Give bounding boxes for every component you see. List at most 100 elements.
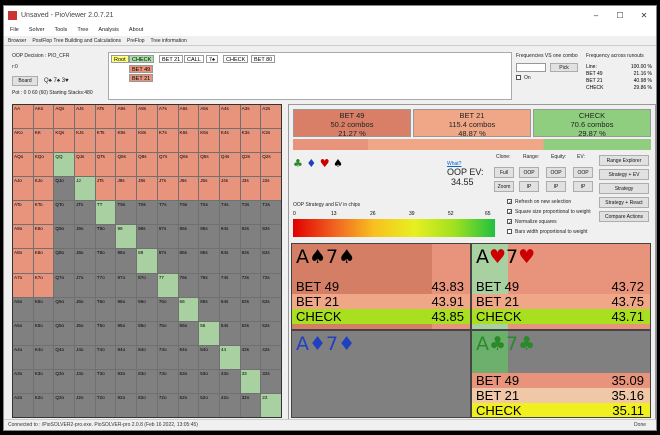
hand-cell[interactable]: T9s xyxy=(116,201,137,225)
hand-cell[interactable]: Q6s xyxy=(178,153,199,177)
hand-cell[interactable]: 85s xyxy=(199,249,219,273)
square-size-checkbox[interactable]: ✓ Square size proportional to weight xyxy=(507,209,591,216)
hand-cell[interactable]: 72s xyxy=(261,273,281,297)
hand-cell[interactable]: K9o xyxy=(33,225,54,249)
hand-cell[interactable]: QTs xyxy=(95,153,116,177)
tree-sub-bet49[interactable]: BET 49 xyxy=(129,65,154,73)
hand-cell[interactable]: 54o xyxy=(199,345,219,369)
hand-cell[interactable]: A7s xyxy=(157,105,178,129)
hand-cell[interactable]: 64o xyxy=(178,345,199,369)
hand-cell[interactable]: A3s xyxy=(240,105,261,129)
hand-cell[interactable]: 55 xyxy=(199,321,219,345)
hand-cell[interactable]: Q3s xyxy=(240,153,261,177)
action-bar-check[interactable]: CHECK 70.6 combos 29.87 % xyxy=(533,109,651,138)
hand-cell[interactable]: QQ xyxy=(54,153,75,177)
hand-cell[interactable]: 52o xyxy=(199,393,219,417)
hand-cell[interactable]: Q7o xyxy=(54,273,75,297)
hand-cell[interactable]: T2o xyxy=(95,393,116,417)
hand-cell[interactable]: Q5o xyxy=(54,321,75,345)
hand-cell[interactable]: 33 xyxy=(240,369,261,393)
strategy-react-button[interactable]: Strategy + React xyxy=(599,197,649,208)
hand-cell[interactable]: Q7s xyxy=(157,153,178,177)
hand-cell[interactable]: AKs xyxy=(33,105,54,129)
tree-node-check[interactable]: CHECK xyxy=(129,55,155,63)
hand-cell[interactable]: Q4o xyxy=(54,345,75,369)
hand-cell[interactable]: J6s xyxy=(178,177,199,201)
hand-cell[interactable]: 99 xyxy=(116,225,137,249)
full-button[interactable]: Full xyxy=(494,167,514,178)
hand-cell[interactable]: T7o xyxy=(95,273,116,297)
hand-cell[interactable]: K2o xyxy=(33,393,54,417)
hand-cell[interactable]: A9s xyxy=(116,105,137,129)
heart-icon[interactable]: ♥ xyxy=(320,157,330,170)
hand-cell[interactable]: K6s xyxy=(178,129,199,153)
combo-card-ad7d[interactable]: A♦7♦ xyxy=(291,330,471,418)
tree-sub-bet21[interactable]: BET 21 xyxy=(129,74,154,82)
hand-cell[interactable]: 86o xyxy=(137,297,157,321)
hand-cell[interactable]: A4s xyxy=(219,105,240,129)
hand-cell[interactable]: A2s xyxy=(261,105,281,129)
combo-card-ah7h[interactable]: A♥7♥ BET 49 43.72 BET 21 43.75 CHECK 43.71 xyxy=(471,243,651,330)
hand-cell[interactable]: J2s xyxy=(261,177,281,201)
hand-cell[interactable]: T6s xyxy=(178,201,199,225)
hand-cell[interactable]: T9o xyxy=(95,225,116,249)
hand-cell[interactable]: 77 xyxy=(157,273,178,297)
hand-cell[interactable]: 43s xyxy=(240,345,261,369)
hand-cell[interactable]: A6o xyxy=(13,297,33,321)
hand-cell[interactable]: J9s xyxy=(116,177,137,201)
hand-cell[interactable]: 52s xyxy=(261,321,281,345)
hand-cell[interactable]: AQs xyxy=(54,105,75,129)
refresh-checkbox[interactable]: ✓ Refresh on new selection xyxy=(507,199,571,206)
hand-cell[interactable]: T4o xyxy=(95,345,116,369)
hand-cell[interactable]: A2o xyxy=(13,393,33,417)
hand-cell[interactable]: JJ xyxy=(75,177,95,201)
hand-cell[interactable]: Q2o xyxy=(54,393,75,417)
minimize-icon[interactable]: – xyxy=(584,11,608,20)
hand-cell[interactable]: 87s xyxy=(157,249,178,273)
hand-cell[interactable]: J5o xyxy=(75,321,95,345)
hand-cell[interactable]: 76s xyxy=(178,273,199,297)
hand-cell[interactable]: J3o xyxy=(75,369,95,393)
hand-cell[interactable]: 85o xyxy=(137,321,157,345)
hand-cell[interactable]: K3s xyxy=(240,129,261,153)
zoom-button[interactable]: Zoom xyxy=(494,181,514,192)
hand-cell[interactable]: K5s xyxy=(199,129,219,153)
hand-cell[interactable]: T3o xyxy=(95,369,116,393)
hand-cell[interactable]: 88 xyxy=(137,249,157,273)
hand-matrix[interactable]: AA AKs AQs AJs ATs A9s A8s A7s A6s A5s A4s A3s A2s AK… xyxy=(12,104,282,418)
hand-cell[interactable]: KJo xyxy=(33,177,54,201)
hand-cell[interactable]: 98o xyxy=(116,249,137,273)
combo-card-as7s[interactable]: A♠7♠ BET 49 43.83 BET 21 43.91 CHECK 43.85 xyxy=(291,243,471,330)
hand-cell[interactable]: 72o xyxy=(157,393,178,417)
hand-cell[interactable]: Q8o xyxy=(54,249,75,273)
hand-cell[interactable]: 94o xyxy=(116,345,137,369)
hand-cell[interactable]: 32s xyxy=(261,369,281,393)
hand-cell[interactable]: A8s xyxy=(137,105,157,129)
hand-cell[interactable]: K5o xyxy=(33,321,54,345)
hand-cell[interactable]: J8o xyxy=(75,249,95,273)
hand-cell[interactable]: K6o xyxy=(33,297,54,321)
hand-cell[interactable]: T4s xyxy=(219,201,240,225)
hand-cell[interactable]: 95o xyxy=(116,321,137,345)
hand-cell[interactable]: K7s xyxy=(157,129,178,153)
hand-cell[interactable]: KQo xyxy=(33,153,54,177)
hand-cell[interactable]: KJs xyxy=(75,129,95,153)
hand-cell[interactable]: KK xyxy=(33,129,54,153)
hand-cell[interactable]: J4s xyxy=(219,177,240,201)
hand-cell[interactable]: 93o xyxy=(116,369,137,393)
hand-cell[interactable]: JTs xyxy=(95,177,116,201)
diamond-icon[interactable]: ♦ xyxy=(306,157,316,170)
hand-cell[interactable]: TT xyxy=(95,201,116,225)
equity-ip-button[interactable]: IP xyxy=(546,181,566,192)
suit-filter[interactable]: ♣ ♦ ♥ ♠ xyxy=(293,157,343,170)
tab-browser[interactable]: Browser xyxy=(8,38,26,44)
hand-cell[interactable]: Q9o xyxy=(54,225,75,249)
hand-cell[interactable]: 98s xyxy=(137,225,157,249)
tree-node-bet80[interactable]: BET 80 xyxy=(251,55,276,63)
hand-cell[interactable]: 82o xyxy=(137,393,157,417)
menu-tree[interactable]: Tree xyxy=(77,27,88,33)
maximize-icon[interactable]: ☐ xyxy=(608,11,632,20)
on-checkbox[interactable]: On xyxy=(516,75,531,81)
ev-ip-button[interactable]: IP xyxy=(573,181,593,192)
hand-cell[interactable]: 54s xyxy=(219,321,240,345)
